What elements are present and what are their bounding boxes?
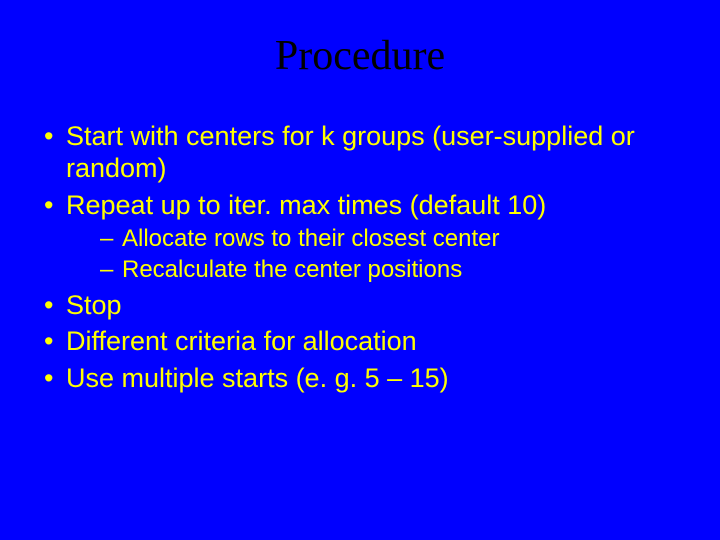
bullet-item: Use multiple starts (e. g. 5 – 15) xyxy=(36,362,684,394)
sub-bullet-item: Allocate rows to their closest center xyxy=(66,225,684,254)
bullet-text: Different criteria for allocation xyxy=(66,326,417,356)
sub-bullet-text: Recalculate the center positions xyxy=(122,256,462,283)
sub-bullet-list: Allocate rows to their closest center Re… xyxy=(66,225,684,285)
sub-bullet-text: Allocate rows to their closest center xyxy=(122,225,500,252)
bullet-text: Repeat up to iter. max times (default 10… xyxy=(66,190,546,220)
bullet-text: Use multiple starts (e. g. 5 – 15) xyxy=(66,363,449,393)
bullet-text: Start with centers for k groups (user-su… xyxy=(66,121,635,183)
bullet-item: Repeat up to iter. max times (default 10… xyxy=(36,189,684,285)
bullet-text: Stop xyxy=(66,290,122,320)
bullet-list: Start with centers for k groups (user-su… xyxy=(36,120,684,394)
bullet-item: Stop xyxy=(36,289,684,321)
sub-bullet-item: Recalculate the center positions xyxy=(66,256,684,285)
bullet-item: Different criteria for allocation xyxy=(36,325,684,357)
slide-body: Start with centers for k groups (user-su… xyxy=(36,120,684,394)
slide: Procedure Start with centers for k group… xyxy=(0,0,720,540)
slide-title: Procedure xyxy=(36,32,684,80)
bullet-item: Start with centers for k groups (user-su… xyxy=(36,120,684,185)
